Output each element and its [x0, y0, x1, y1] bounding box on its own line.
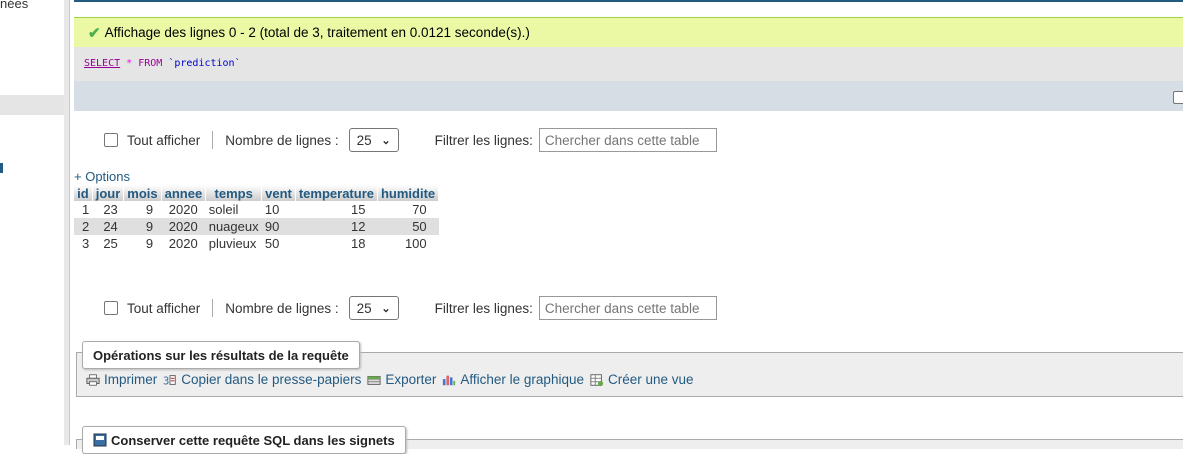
separator	[212, 131, 214, 149]
filter-rows-input[interactable]: Chercher dans cette table	[538, 296, 717, 320]
table-cell: 50	[264, 236, 280, 251]
bookmark-legend-text: Conserver cette requête SQL dans les sig…	[111, 432, 395, 448]
sidebar-item-marker	[0, 163, 3, 173]
rows-per-page-value: 25	[356, 300, 372, 316]
show-all-checkbox[interactable]	[104, 133, 118, 147]
table-cell: 25	[103, 236, 118, 251]
show-all-label[interactable]: Tout afficher	[127, 301, 200, 316]
bookmark-legend: Conserver cette requête SQL dans les sig…	[82, 426, 406, 454]
navigation-sidebar: nées	[0, 0, 64, 445]
column-header[interactable]: mois	[123, 185, 162, 201]
top-divider	[74, 0, 1183, 2]
rows-label: Nombre de lignes :	[225, 300, 339, 316]
rows-label: Nombre de lignes :	[225, 132, 339, 148]
export-label: Exporter	[385, 372, 437, 387]
table-row[interactable]: 1 23 9 2020 soleil 10 15 70	[74, 201, 439, 218]
table-cell: 2020	[168, 236, 198, 251]
table-cell: 10	[264, 202, 280, 217]
copy-label: Copier dans le presse-papiers	[181, 372, 362, 387]
options-link[interactable]: + Options	[74, 169, 130, 184]
table-cell: 12	[295, 218, 378, 235]
rows-per-page-select[interactable]: 25 ⌄	[348, 128, 399, 152]
table-cell: 9	[145, 202, 154, 217]
sidebar-selected-item[interactable]	[0, 95, 64, 115]
table-row[interactable]: 3 25 9 2020 pluvieux 50 18 100	[74, 235, 439, 252]
print-label: Imprimer	[104, 372, 158, 387]
table-cell: 24	[92, 218, 124, 235]
column-header[interactable]: annee	[161, 185, 207, 201]
separator	[212, 299, 214, 317]
show-all-label[interactable]: Tout afficher	[127, 133, 200, 148]
inline-edit-checkbox[interactable]	[1173, 91, 1183, 104]
filter-rows-input[interactable]: Chercher dans cette table	[538, 128, 717, 152]
sql-table-name: `prediction`	[168, 58, 241, 69]
table-cell: 23	[103, 202, 118, 217]
table-cell: soleil	[208, 202, 239, 217]
show-all-checkbox[interactable]	[104, 301, 118, 315]
column-header[interactable]: temperature	[295, 185, 378, 201]
rows-per-page-select[interactable]: 25 ⌄	[348, 296, 399, 320]
navigation-row-top: Tout afficher Nombre de lignes : 25 ⌄ Fi…	[104, 127, 717, 153]
table-cell: 1	[82, 202, 90, 217]
table-cell: 90	[261, 218, 296, 235]
column-header[interactable]: temps	[205, 185, 263, 201]
column-header[interactable]: humidite	[377, 185, 440, 201]
table-cell: 100	[404, 236, 427, 251]
table-cell: 9	[145, 236, 154, 251]
sql-keyword-select[interactable]: SELECT	[84, 58, 120, 69]
chart-label: Afficher le graphique	[460, 372, 584, 387]
chevron-down-icon: ⌄	[381, 134, 391, 147]
printer-icon	[86, 373, 100, 387]
success-message: ✔ Affichage des lignes 0 - 2 (total de 3…	[74, 17, 1183, 47]
filter-label: Filtrer les lignes:	[434, 132, 533, 148]
table-cell: 70	[412, 202, 427, 217]
table-cell: pluvieux	[208, 236, 257, 251]
chevron-down-icon: ⌄	[381, 302, 391, 315]
copy-to-clipboard-link[interactable]: 3 Copier dans le presse-papiers	[163, 372, 361, 387]
sql-star: *	[126, 58, 133, 69]
table-row[interactable]: 2 24 9 2020 nuageux 90 12 50	[74, 218, 439, 235]
export-icon	[367, 373, 381, 387]
svg-text:3: 3	[163, 375, 169, 387]
column-header[interactable]: id	[74, 185, 93, 201]
create-view-label: Créer une vue	[607, 372, 694, 387]
table-cell: nuageux	[205, 218, 262, 235]
create-view-link[interactable]: Créer une vue	[590, 372, 694, 387]
query-operations-legend: Opérations sur les résultats de la requê…	[82, 341, 360, 369]
print-link[interactable]: Imprimer	[86, 372, 157, 387]
sidebar-item-label[interactable]: nées	[0, 0, 28, 11]
filter-placeholder: Chercher dans cette table	[544, 132, 700, 148]
table-cell: 50	[377, 218, 439, 235]
column-header[interactable]: jour	[92, 185, 125, 201]
check-icon: ✔	[88, 24, 101, 42]
table-cell: 3	[82, 236, 90, 251]
column-header[interactable]: vent	[261, 185, 296, 201]
clipboard-icon: 3	[163, 373, 177, 387]
table-header-row: id jour mois annee temps vent temperatur…	[74, 185, 440, 201]
display-chart-link[interactable]: Afficher le graphique	[442, 372, 584, 387]
rows-per-page-value: 25	[356, 132, 372, 148]
sql-toolbar	[74, 81, 1183, 111]
filter-placeholder: Chercher dans cette table	[544, 300, 700, 316]
success-message-text: Affichage des lignes 0 - 2 (total de 3, …	[104, 25, 530, 40]
table-cell: 2020	[161, 218, 206, 235]
table-cell: 15	[351, 202, 366, 217]
sql-keyword-from: FROM	[138, 58, 163, 69]
table-cell: 9	[123, 218, 162, 235]
results-table: id jour mois annee temps vent temperatur…	[74, 185, 440, 252]
filter-label: Filtrer les lignes:	[434, 300, 533, 316]
export-link[interactable]: Exporter	[367, 372, 436, 387]
table-cell: 18	[351, 236, 366, 251]
sql-query-box: SELECT * FROM `prediction`	[74, 47, 1183, 81]
bar-chart-icon	[442, 373, 456, 387]
table-cell: 2020	[168, 202, 198, 217]
create-view-icon	[590, 373, 604, 387]
table-cell: 2	[74, 218, 93, 235]
query-operations-links: Imprimer 3 Copier dans le presse-papiers…	[86, 372, 700, 387]
navigation-row-bottom: Tout afficher Nombre de lignes : 25 ⌄ Fi…	[104, 295, 717, 321]
